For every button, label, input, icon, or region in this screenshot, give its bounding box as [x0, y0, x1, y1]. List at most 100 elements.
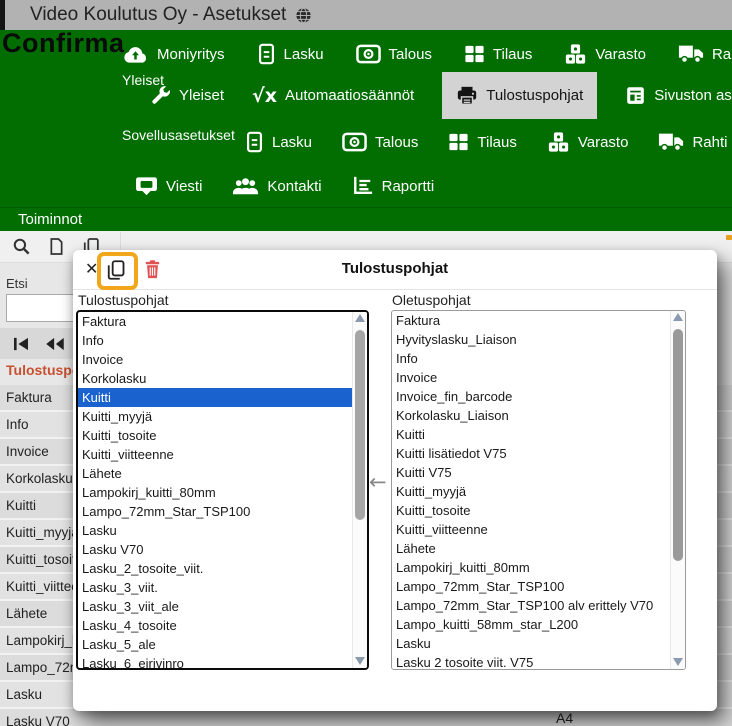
move-left-arrow-icon[interactable]: ← — [369, 470, 387, 494]
list-item[interactable]: Lasku 2 tosoite viit. V75 — [392, 653, 670, 669]
tab-sivuston-asetukset[interactable]: Sivuston asetukset — [625, 85, 732, 106]
list-item[interactable]: Lasku_5_ale — [78, 635, 352, 654]
default-templates-listbox: FakturaHyvityslasku_LiaisonInfoInvoiceIn… — [391, 310, 686, 670]
section-label-sovellusasetukset: Sovellusasetukset — [122, 127, 235, 143]
list-item[interactable]: Kuitti_tosoite — [78, 426, 352, 445]
search-icon[interactable] — [9, 235, 33, 259]
list-item[interactable]: Lasku_2_tosoite_viit. — [78, 559, 352, 578]
list-item[interactable]: Korkolasku_Liaison — [392, 406, 670, 425]
nav-item-label: Rahti — [712, 46, 732, 63]
list-item[interactable]: Lähete — [392, 539, 670, 558]
list-item[interactable]: Lasku_6_eirivinro — [78, 654, 352, 668]
list-item[interactable]: Kuitti_viitteenne — [392, 520, 670, 539]
list-item[interactable]: Lasku — [78, 521, 352, 540]
nav-item-raportti[interactable]: Raportti — [352, 176, 435, 196]
nav-item-talous-settings[interactable]: Talous — [342, 132, 418, 152]
list-item[interactable]: Invoice — [392, 368, 670, 387]
grid-icon — [464, 44, 485, 64]
nav-item-kontakti[interactable]: Kontakti — [232, 176, 321, 196]
contacts-icon — [232, 176, 259, 196]
sqrt-x-icon: √x — [252, 85, 277, 107]
actions-bar[interactable]: Toiminnot — [0, 207, 732, 231]
nav-item-rahti[interactable]: Rahti — [678, 44, 732, 64]
tab-label: Sivuston asetukset — [654, 87, 732, 104]
nav-item-label: Rahti — [692, 134, 727, 151]
boxes-icon — [564, 43, 587, 65]
list-item[interactable]: Lasku_3_viit_ale — [78, 597, 352, 616]
window-edge — [0, 0, 5, 30]
tab-automaatiosaannot[interactable]: √x Automaatiosäännöt — [252, 85, 414, 107]
scrollbar-thumb[interactable] — [355, 330, 365, 520]
list-item[interactable]: Korkolasku — [78, 369, 352, 388]
nav-item-label: Talous — [389, 46, 432, 63]
table-row[interactable]: Lasku V70 — [0, 709, 732, 726]
list-item[interactable]: Hyvityslasku_Liaison — [392, 330, 670, 349]
list-item[interactable]: Faktura — [78, 312, 352, 331]
list-item[interactable]: Invoice — [78, 350, 352, 369]
message-icon — [135, 176, 158, 196]
list-item[interactable]: Lasku V70 — [78, 540, 352, 559]
list-item[interactable]: Kuitti lisätiedot V75 — [392, 444, 670, 463]
list-item[interactable]: Lampokirj_kuitti_80mm — [78, 483, 352, 502]
invoice-icon — [257, 43, 276, 65]
tulostuspohjat-dialog: ✕ Tulostuspohjat Tulostuspohjat Oletuspo… — [73, 250, 717, 711]
cloud-upload-icon — [122, 43, 149, 65]
list-item[interactable]: Kuitti_myyjä — [78, 407, 352, 426]
list-item[interactable]: Faktura — [392, 311, 670, 330]
truck-icon — [658, 132, 684, 152]
nav-item-talous[interactable]: Talous — [356, 44, 432, 64]
list-item[interactable]: Lampo_72mm_Star_TSP100 — [392, 577, 670, 596]
right-list-label: Oletuspohjat — [392, 292, 471, 308]
nav-item-lasku-settings[interactable]: Lasku — [245, 131, 312, 153]
main-header: Confirma Moniyritys Lasku Talous Tilaus … — [0, 30, 732, 207]
list-item[interactable]: Info — [78, 331, 352, 350]
scrollbar-thumb[interactable] — [673, 329, 683, 561]
list-item[interactable]: Kuitti — [78, 388, 352, 407]
tab-label: Yleiset — [179, 87, 224, 104]
printer-icon — [456, 85, 478, 107]
nav-item-varasto[interactable]: Varasto — [564, 43, 646, 65]
templates-list: FakturaInfoInvoiceKorkolaskuKuittiKuitti… — [78, 312, 352, 668]
nav-row-settings-tabs: Yleiset √x Automaatiosäännöt Tulostuspoh… — [150, 72, 732, 119]
list-item[interactable]: Lampo_72mm_Star_TSP100 alv erittely V70 — [392, 596, 670, 615]
list-item[interactable]: Kuitti_viitteenne — [78, 445, 352, 464]
actions-bar-label: Toiminnot — [18, 211, 82, 228]
scroll-up-icon[interactable] — [353, 314, 367, 322]
nav-item-moniyritys[interactable]: Moniyritys — [122, 43, 225, 65]
grid-icon — [448, 132, 469, 152]
first-record-icon[interactable] — [10, 333, 32, 355]
list-item[interactable]: Kuitti_myyjä — [392, 482, 670, 501]
list-item[interactable]: Invoice_fin_barcode — [392, 387, 670, 406]
window-titlebar: Video Koulutus Oy - Asetukset — [0, 0, 732, 30]
nav-item-tilaus-settings[interactable]: Tilaus — [448, 132, 516, 152]
list-item[interactable]: Lampo_72mm_Star_TSP100 — [78, 502, 352, 521]
left-list-scrollbar[interactable] — [352, 312, 367, 668]
nav-item-lasku[interactable]: Lasku — [257, 43, 324, 65]
app-window: Video Koulutus Oy - Asetukset Confirma M… — [0, 0, 732, 726]
list-item[interactable]: Lasku_3_viit. — [78, 578, 352, 597]
list-item[interactable]: Lampo_kuitti_58mm_star_L200 — [392, 615, 670, 634]
list-item[interactable]: Lasku_4_tosoite — [78, 616, 352, 635]
nav-item-tilaus[interactable]: Tilaus — [464, 44, 532, 64]
scroll-down-icon[interactable] — [353, 657, 367, 665]
tab-label: Tulostuspohjat — [486, 87, 583, 104]
list-item[interactable]: Lähete — [78, 464, 352, 483]
list-item[interactable]: Kuitti — [392, 425, 670, 444]
previous-record-icon[interactable] — [44, 333, 66, 355]
new-document-icon[interactable] — [44, 235, 68, 259]
tab-tulostuspohjat[interactable]: Tulostuspohjat — [442, 72, 597, 119]
nav-item-rahti-settings[interactable]: Rahti — [658, 132, 727, 152]
nav-item-viesti[interactable]: Viesti — [135, 176, 202, 196]
nav-item-varasto-settings[interactable]: Varasto — [547, 131, 629, 153]
tab-yleiset[interactable]: Yleiset — [150, 85, 224, 106]
default-templates-list: FakturaHyvityslasku_LiaisonInfoInvoiceIn… — [392, 311, 670, 669]
list-item[interactable]: Lasku — [392, 634, 670, 653]
list-item[interactable]: Info — [392, 349, 670, 368]
right-list-scrollbar[interactable] — [670, 311, 685, 669]
list-item[interactable]: Lampokirj_kuitti_80mm — [392, 558, 670, 577]
list-item[interactable]: Kuitti_tosoite — [392, 501, 670, 520]
list-item[interactable]: Kuitti V75 — [392, 463, 670, 482]
scroll-up-icon[interactable] — [671, 313, 685, 321]
scroll-down-icon[interactable] — [671, 658, 685, 666]
paper-size-cell: A4 — [556, 710, 573, 726]
